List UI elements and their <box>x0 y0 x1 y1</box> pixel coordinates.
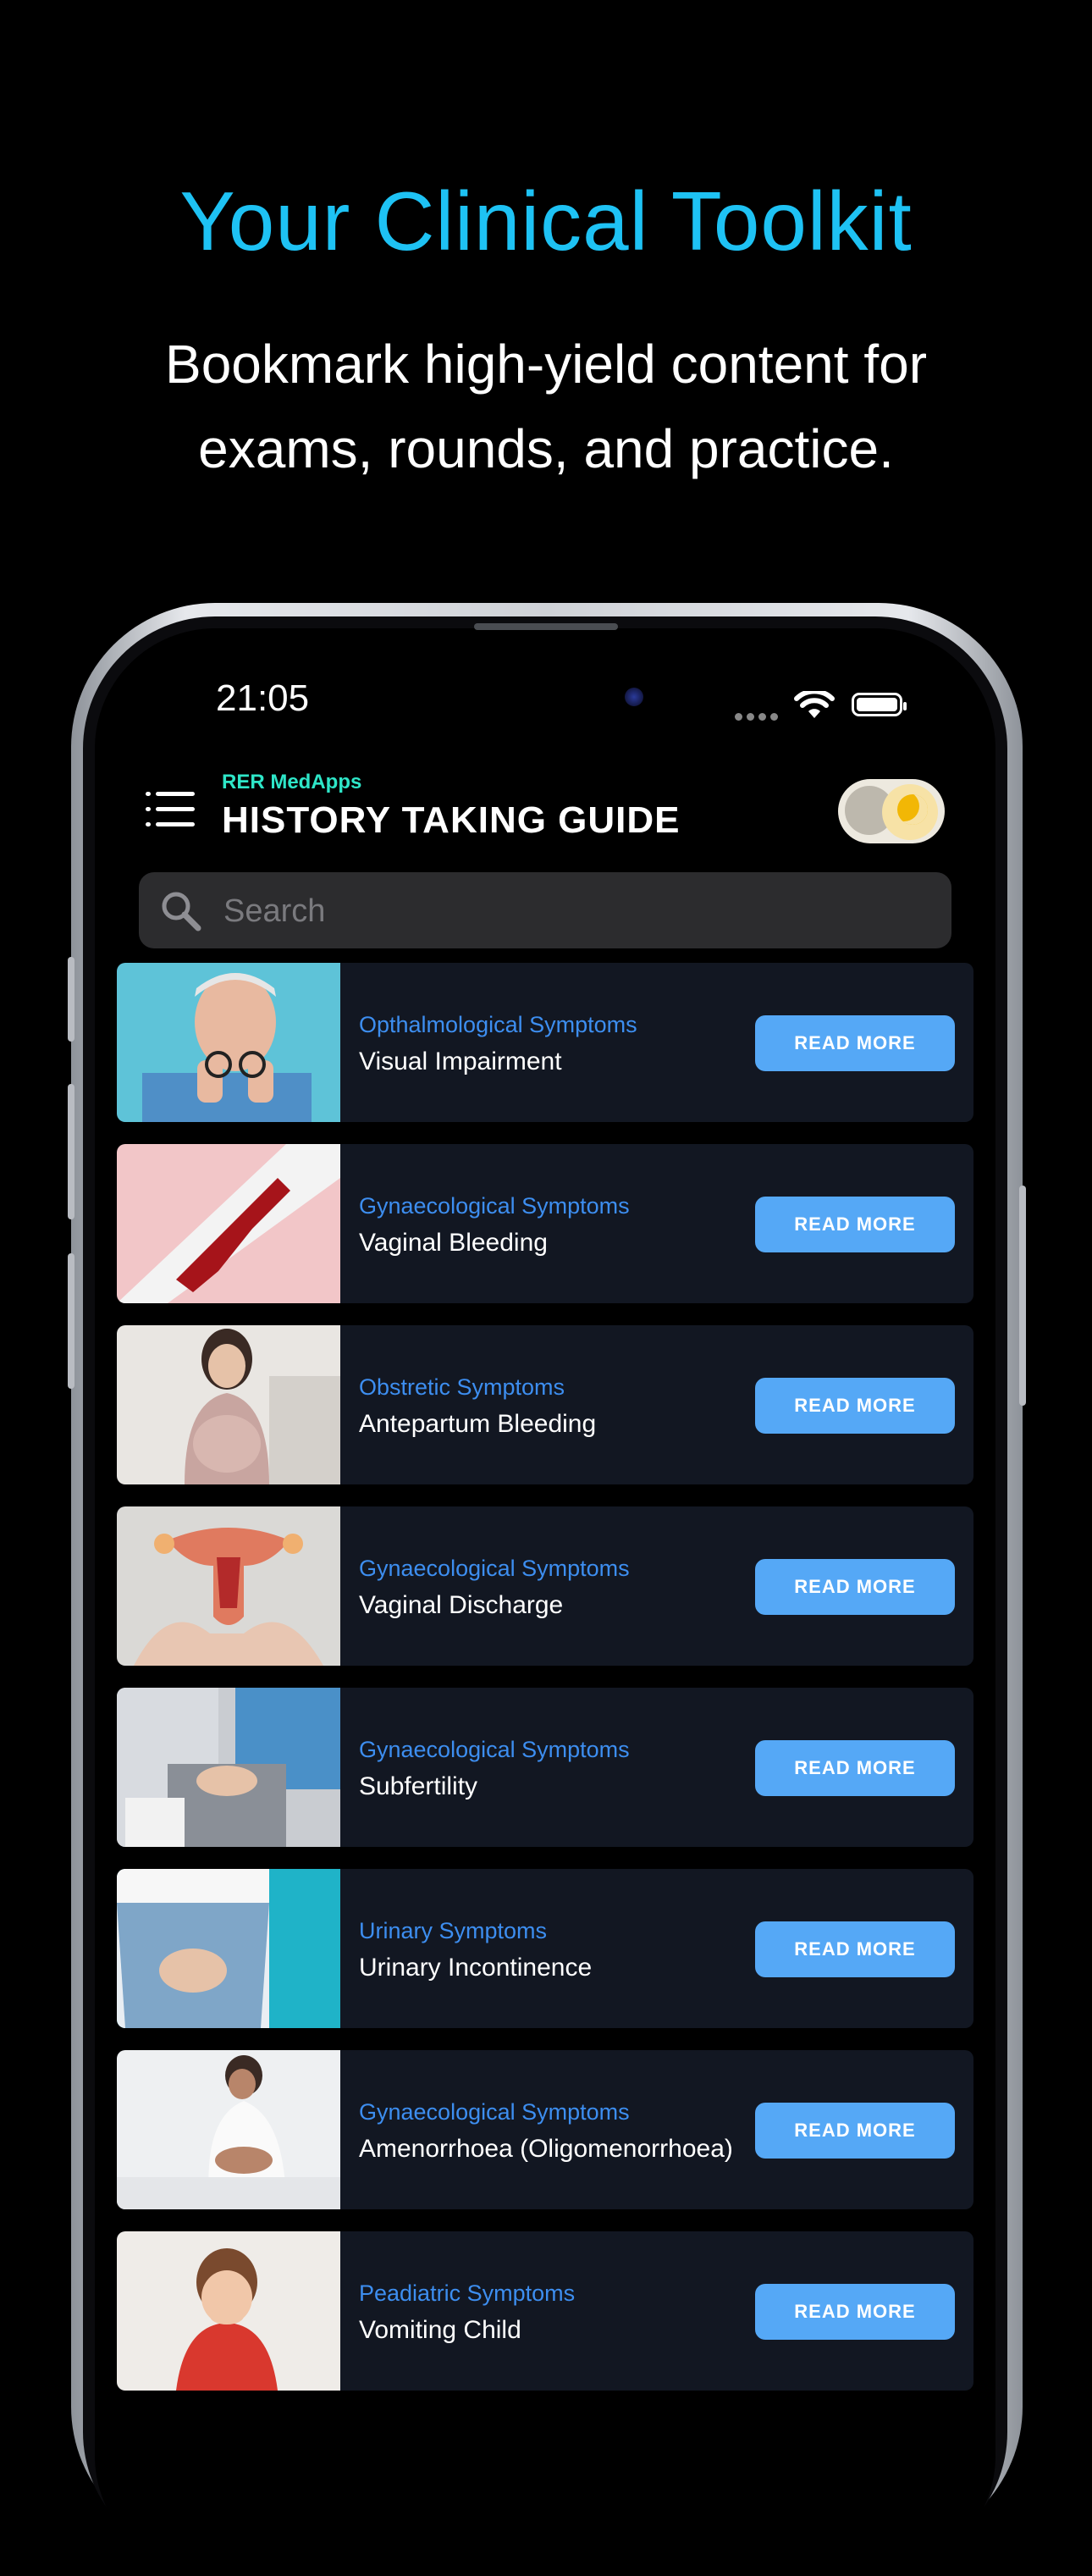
read-more-button[interactable]: READ MORE <box>755 1197 955 1252</box>
wifi-icon <box>794 688 835 723</box>
card-title: Visual Impairment <box>359 1048 562 1075</box>
list-item[interactable]: Gynaecological Symptoms Vaginal Discharg… <box>117 1506 973 1666</box>
card-category: Peadiatric Symptoms <box>359 2280 576 2306</box>
phone-side-button <box>1019 1186 1026 1406</box>
status-time: 21:05 <box>216 677 310 719</box>
card-category: Gynaecological Symptoms <box>359 1737 630 1762</box>
app-title: HISTORY TAKING GUIDE <box>222 799 681 841</box>
promo-headline: Your Clinical Toolkit <box>179 174 913 268</box>
moon-icon <box>897 794 928 825</box>
search-icon <box>159 889 203 937</box>
list-item[interactable]: Obstretic Symptoms Antepartum Bleeding R… <box>117 1325 973 1484</box>
dark-mode-toggle[interactable] <box>838 779 945 843</box>
search-bar[interactable] <box>139 872 951 948</box>
phone-side-button <box>68 957 74 1042</box>
vaginal-bleeding-thumbnail <box>117 1144 340 1303</box>
list-item[interactable]: Gynaecological Symptoms Amenorrhoea (Oli… <box>117 2050 973 2209</box>
list-item[interactable]: Urinary Symptoms Urinary Incontinence RE… <box>117 1869 973 2028</box>
card-category: Gynaecological Symptoms <box>359 1556 630 1581</box>
signal-dots-icon <box>735 708 782 721</box>
read-more-button[interactable]: READ MORE <box>755 1559 955 1615</box>
card-title: Urinary Incontinence <box>359 1954 593 1982</box>
card-category: Gynaecological Symptoms <box>359 1193 630 1219</box>
promo-subline: Bookmark high-yield content for exams, r… <box>165 334 927 479</box>
card-title: Subfertility <box>359 1772 478 1800</box>
card-title: Vomiting Child <box>359 2316 521 2344</box>
menu-icon[interactable] <box>146 790 195 829</box>
amenorrhoea-thumbnail <box>117 2050 340 2209</box>
subfertility-thumbnail <box>117 1688 340 1847</box>
battery-icon <box>852 693 907 716</box>
read-more-button[interactable]: READ MORE <box>755 1378 955 1434</box>
card-category: Opthalmological Symptoms <box>359 1012 637 1037</box>
phone-speaker <box>474 623 618 630</box>
read-more-button[interactable]: READ MORE <box>755 2284 955 2340</box>
phone-side-button <box>68 1084 74 1219</box>
vomiting-child-thumbnail <box>117 2231 340 2391</box>
list-item[interactable]: Peadiatric Symptoms Vomiting Child READ … <box>117 2231 973 2391</box>
list-item[interactable]: Gynaecological Symptoms Subfertility REA… <box>117 1688 973 1847</box>
read-more-button[interactable]: READ MORE <box>755 1015 955 1071</box>
card-category: Obstretic Symptoms <box>359 1374 565 1400</box>
card-title: Vaginal Discharge <box>359 1591 564 1619</box>
search-input[interactable] <box>222 884 919 938</box>
read-more-button[interactable]: READ MORE <box>755 1921 955 1977</box>
card-title: Vaginal Bleeding <box>359 1229 548 1257</box>
vaginal-discharge-thumbnail <box>117 1506 340 1666</box>
front-camera <box>625 688 643 706</box>
card-title: Amenorrhoea (Oligomenorrhoea) <box>359 2135 733 2163</box>
urinary-incontinence-thumbnail <box>117 1869 340 2028</box>
read-more-button[interactable]: READ MORE <box>755 1740 955 1796</box>
visual-impairment-thumbnail <box>117 963 340 1122</box>
antepartum-bleeding-thumbnail <box>117 1325 340 1484</box>
card-category: Gynaecological Symptoms <box>359 2099 630 2125</box>
brand-label: RER MedApps <box>222 771 362 793</box>
card-title: Antepartum Bleeding <box>359 1410 597 1438</box>
list-item[interactable]: Opthalmological Symptoms Visual Impairme… <box>117 963 973 1122</box>
list-item[interactable]: Gynaecological Symptoms Vaginal Bleeding… <box>117 1144 973 1303</box>
read-more-button[interactable]: READ MORE <box>755 2103 955 2159</box>
phone-side-button <box>68 1253 74 1389</box>
card-category: Urinary Symptoms <box>359 1918 548 1943</box>
